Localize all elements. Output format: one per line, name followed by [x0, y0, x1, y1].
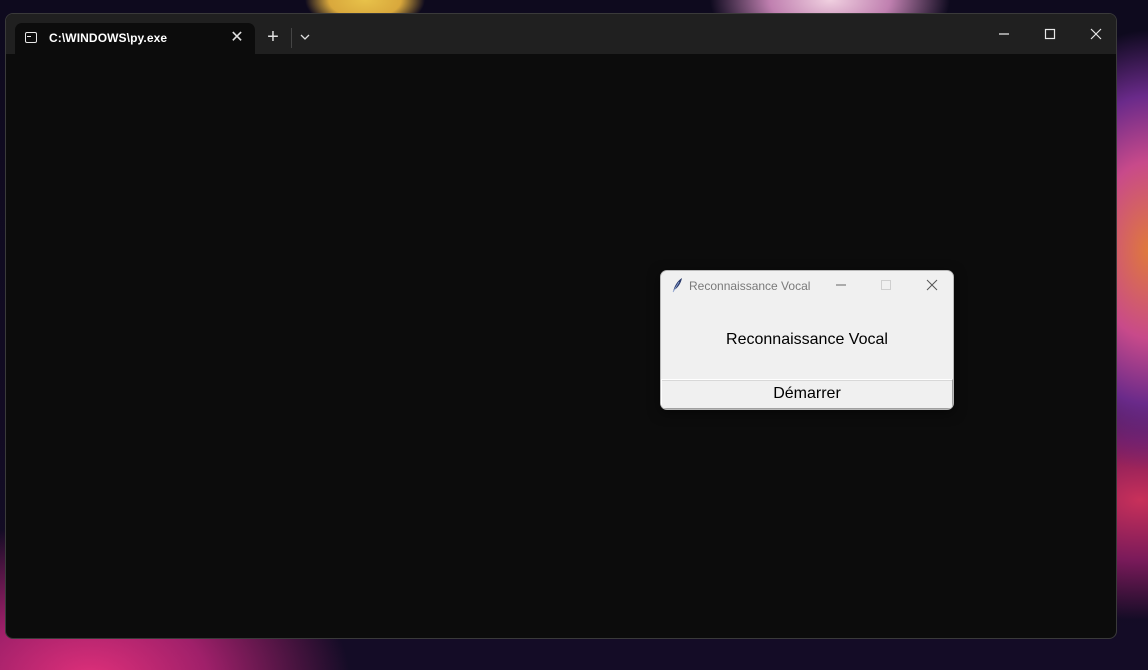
- desktop-background: C:\WINDOWS\py.exe ✕ + Reconnaissance Voc…: [0, 0, 1148, 670]
- dialog-title: Reconnaissance Vocal: [689, 279, 811, 293]
- dialog-heading-label: Reconnaissance Vocal: [726, 331, 888, 348]
- reconnaissance-vocal-window: Reconnaissance Vocal Reconnaissance Voca…: [660, 270, 954, 410]
- start-button[interactable]: Démarrer: [661, 379, 953, 409]
- tab-py-exe[interactable]: C:\WINDOWS\py.exe ✕: [15, 23, 255, 54]
- dialog-maximize-button: [877, 277, 895, 293]
- chevron-down-icon[interactable]: [296, 28, 314, 46]
- terminal-titlebar: C:\WINDOWS\py.exe ✕ +: [6, 14, 1116, 54]
- close-button[interactable]: [1081, 22, 1111, 46]
- tk-feather-icon: [670, 277, 684, 293]
- dialog-titlebar[interactable]: Reconnaissance Vocal: [661, 271, 953, 300]
- minimize-button[interactable]: [989, 22, 1019, 46]
- tab-close-icon[interactable]: ✕: [228, 29, 246, 47]
- dialog-close-button[interactable]: [923, 277, 941, 293]
- maximize-button[interactable]: [1035, 22, 1065, 46]
- terminal-icon: [25, 32, 37, 43]
- tab-title: C:\WINDOWS\py.exe: [49, 31, 168, 45]
- new-tab-button[interactable]: +: [263, 27, 283, 47]
- tab-separator: [291, 28, 292, 48]
- dialog-minimize-button[interactable]: [832, 277, 850, 293]
